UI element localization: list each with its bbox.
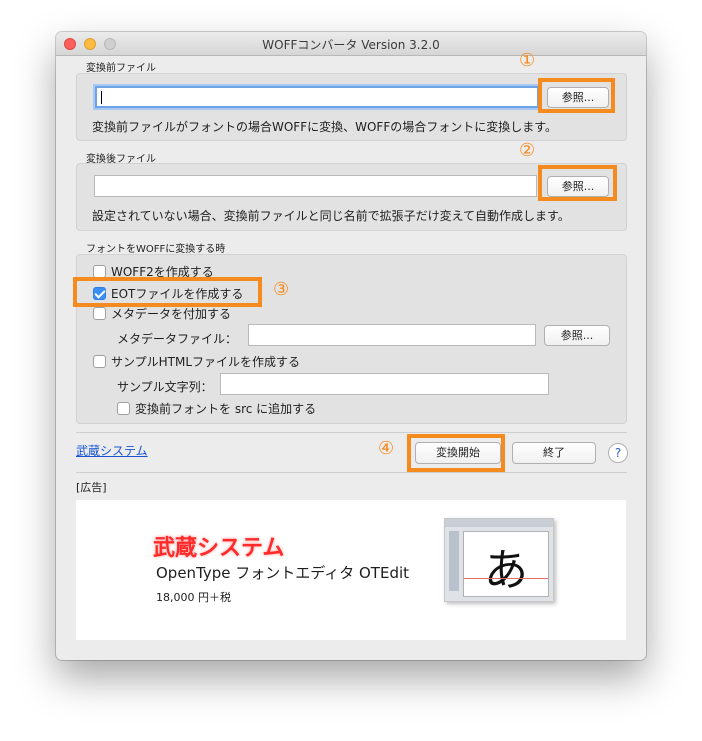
metadata-checkbox[interactable] xyxy=(93,307,106,320)
annotation-box-start xyxy=(407,434,505,472)
source-description: 変換前ファイルがフォントの場合WOFFに変換、WOFFの場合フォントに変換します… xyxy=(92,120,558,134)
dest-description: 設定されていない場合、変換前ファイルと同じ名前で拡張子だけ変えて自動作成します。 xyxy=(92,209,570,223)
sample-html-label: サンプルHTMLファイルを作成する xyxy=(111,355,301,369)
annotation-box-dest-browse xyxy=(538,165,617,201)
annotation-number-1: ① xyxy=(519,50,536,71)
ad-glyph: あ xyxy=(484,545,528,596)
annotation-number-3: ③ xyxy=(273,279,290,300)
window-title: WOFFコンバータ Version 3.2.0 xyxy=(262,38,440,52)
ad-banner[interactable]: 武蔵システム OpenType フォントエディタ OTEdit 18,000 円… xyxy=(76,500,626,640)
dest-file-input[interactable] xyxy=(94,175,537,197)
annotation-box-source-browse xyxy=(538,78,615,113)
ad-screenshot-toolbar xyxy=(445,519,553,527)
add-src-checkbox[interactable] xyxy=(117,402,130,415)
source-section-label: 変換前ファイル xyxy=(86,63,156,74)
annotation-box-eot xyxy=(73,277,262,307)
ad-screenshot-image: あ xyxy=(444,518,554,602)
ad-baseline xyxy=(464,578,548,579)
add-src-label: 変換前フォントを src に追加する xyxy=(135,402,317,416)
ad-price: 18,000 円＋税 xyxy=(156,591,231,604)
ad-screenshot-canvas: あ xyxy=(463,531,549,597)
footer-separator xyxy=(76,432,627,433)
ad-screenshot-panel xyxy=(449,531,459,591)
sample-text-label: サンプル文字列： xyxy=(117,380,213,394)
ad-section-label: [広告] xyxy=(76,481,107,494)
metadata-file-input[interactable] xyxy=(248,324,536,346)
title-bar: WOFFコンバータ Version 3.2.0 xyxy=(56,32,646,56)
help-icon[interactable]: ? xyxy=(608,443,628,463)
musashi-link[interactable]: 武蔵システム xyxy=(76,442,148,459)
app-window: WOFFコンバータ Version 3.2.0 変換前ファイル 参照... 変換… xyxy=(56,32,646,660)
annotation-number-2: ② xyxy=(519,140,536,161)
metadata-browse-button[interactable]: 参照... xyxy=(544,325,610,346)
sample-html-checkbox[interactable] xyxy=(93,355,106,368)
source-file-input[interactable] xyxy=(95,86,539,108)
quit-button[interactable]: 終了 xyxy=(512,442,596,464)
annotation-number-4: ④ xyxy=(378,438,395,459)
ad-brand: 武蔵システム xyxy=(153,536,285,561)
ad-separator xyxy=(76,472,627,473)
metadata-label: メタデータを付加する xyxy=(111,307,232,321)
sample-text-input[interactable] xyxy=(220,373,549,395)
options-section-label: フォントをWOFFに変換する時 xyxy=(86,244,226,255)
metadata-file-label: メタデータファイル： xyxy=(117,332,238,346)
ad-product: OpenType フォントエディタ OTEdit xyxy=(156,564,410,582)
text-caret xyxy=(101,91,102,104)
